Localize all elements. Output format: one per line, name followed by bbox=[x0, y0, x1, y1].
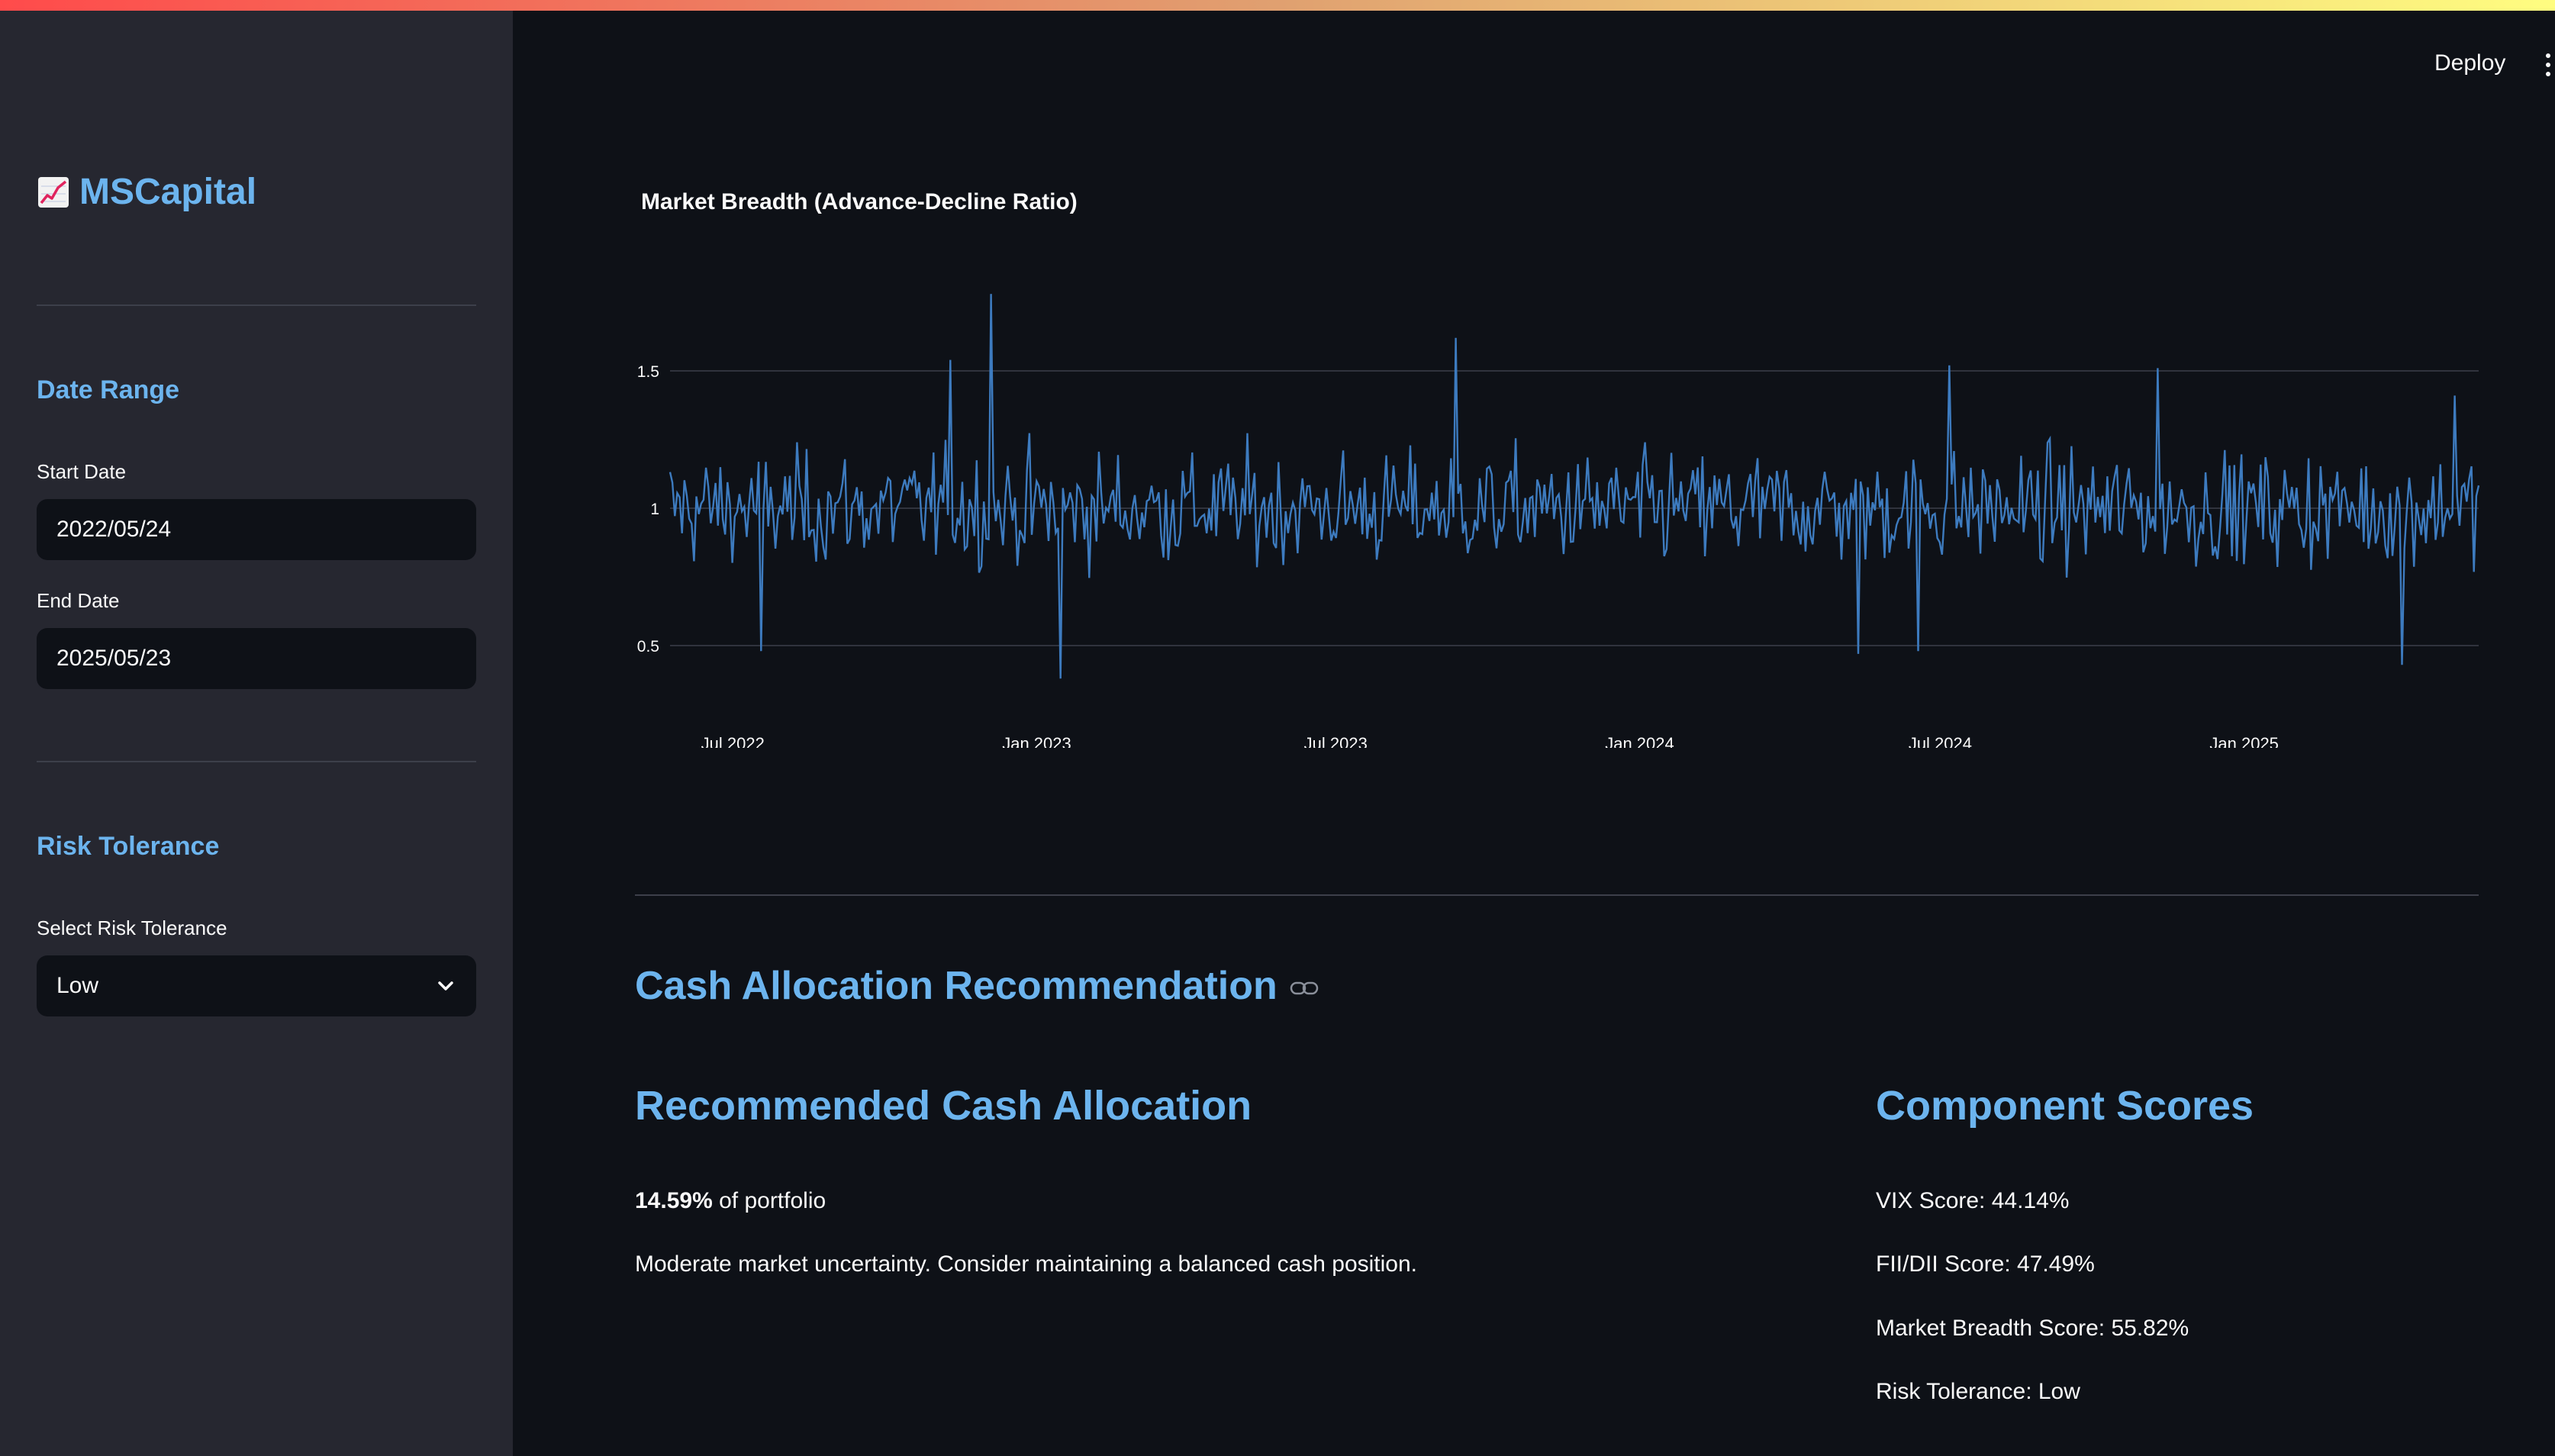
cash-allocation-title-text: Cash Allocation Recommendation bbox=[635, 964, 1278, 1008]
sidebar-divider bbox=[37, 761, 476, 762]
kebab-menu-icon[interactable] bbox=[2546, 53, 2550, 81]
sidebar: MSCapital Date Range Start Date 2022/05/… bbox=[0, 11, 513, 1456]
chart-increasing-icon bbox=[38, 176, 69, 208]
risk-select-label: Select Risk Tolerance bbox=[37, 916, 227, 939]
start-date-value: 2022/05/24 bbox=[56, 517, 172, 542]
deploy-button[interactable]: Deploy bbox=[2434, 50, 2505, 76]
start-date-label: Start Date bbox=[37, 460, 127, 483]
x-tick-label: Jul 2023 bbox=[1304, 734, 1368, 748]
score-item: FII/DII Score: 47.49% bbox=[1876, 1251, 2095, 1277]
end-date-value: 2025/05/23 bbox=[56, 646, 172, 671]
recommended-cash-suffix: of portfolio bbox=[719, 1188, 826, 1213]
score-item: Risk Tolerance: Low bbox=[1876, 1379, 2080, 1404]
recommended-cash-value-line: 14.59% of portfolio bbox=[635, 1188, 826, 1214]
series-line bbox=[669, 294, 2480, 679]
y-tick-label: 1.5 bbox=[637, 363, 659, 381]
x-tick-label: Jan 2024 bbox=[1605, 734, 1674, 748]
y-tick-label: 1 bbox=[650, 501, 659, 518]
link-icon[interactable] bbox=[1290, 979, 1319, 997]
section-divider bbox=[635, 894, 2479, 896]
component-scores-heading: Component Scores bbox=[1876, 1083, 2254, 1129]
brand: MSCapital bbox=[37, 171, 256, 213]
x-tick-label: Jan 2025 bbox=[2209, 734, 2279, 748]
score-item: VIX Score: 44.14% bbox=[1876, 1188, 2070, 1213]
y-tick-label: 0.5 bbox=[637, 638, 659, 656]
x-tick-label: Jan 2023 bbox=[1002, 734, 1071, 748]
top-decoration-bar bbox=[0, 0, 2555, 11]
chevron-down-icon bbox=[438, 981, 453, 991]
risk-tolerance-heading: Risk Tolerance bbox=[37, 832, 220, 861]
market-breadth-chart: 0.5 1 1.5 Jul 2022 Jan 2023 Jul 2023 Jan 2024 J… bbox=[637, 294, 2480, 748]
date-range-heading: Date Range bbox=[37, 375, 180, 404]
x-tick-label: Jul 2022 bbox=[701, 734, 765, 748]
cash-allocation-title: Cash Allocation Recommendation bbox=[635, 963, 1319, 1009]
start-date-input[interactable]: 2022/05/24 bbox=[37, 499, 476, 560]
end-date-input[interactable]: 2025/05/23 bbox=[37, 628, 476, 689]
x-tick-label: Jul 2024 bbox=[1909, 734, 1972, 748]
end-date-label: End Date bbox=[37, 589, 120, 612]
score-item: Market Breadth Score: 55.82% bbox=[1876, 1316, 2189, 1341]
chart-title: Market Breadth (Advance-Decline Ratio) bbox=[641, 189, 1078, 214]
risk-selected-value: Low bbox=[56, 973, 99, 998]
sidebar-divider bbox=[37, 304, 476, 306]
recommended-cash-note: Moderate market uncertainty. Consider ma… bbox=[635, 1251, 1418, 1277]
risk-tolerance-select[interactable]: Low bbox=[37, 955, 476, 1016]
recommended-cash-value: 14.59% bbox=[635, 1188, 713, 1213]
recommended-cash-heading: Recommended Cash Allocation bbox=[635, 1083, 1252, 1129]
brand-title: MSCapital bbox=[79, 172, 257, 212]
